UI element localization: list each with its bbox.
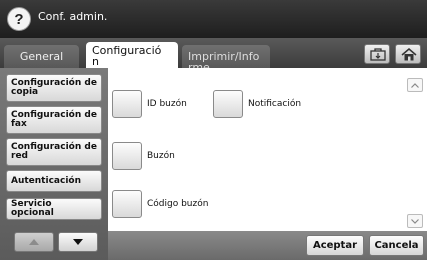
option-button[interactable] (112, 90, 142, 118)
scroll-up-button[interactable] (407, 78, 423, 92)
tab-general[interactable]: General (4, 45, 79, 68)
sidebar-item-label: Configuración de fax (11, 110, 97, 129)
sidebar-item-label: Configuración de red (11, 142, 97, 161)
triangle-up-icon (29, 239, 39, 245)
page-down-button[interactable] (58, 232, 98, 252)
help-button[interactable]: ? (7, 7, 31, 31)
tab-general-label: General (19, 50, 64, 63)
home-icon (401, 48, 417, 61)
sidebar-item-autenticacion[interactable]: Autenticación (6, 170, 102, 192)
option-label: Buzón (147, 151, 175, 161)
help-icon: ? (14, 10, 24, 28)
option-button[interactable] (112, 190, 142, 218)
option-button[interactable] (112, 142, 142, 170)
option-notificacion[interactable]: Notificación (213, 90, 301, 118)
sidebar: Configuración de copia Configuración de … (0, 68, 108, 260)
sidebar-item-fax[interactable]: Configuración de fax (6, 106, 102, 134)
accept-button[interactable]: Aceptar (306, 235, 364, 256)
option-label: Código buzón (147, 199, 209, 209)
sidebar-item-label: Autenticación (11, 175, 81, 186)
chevron-up-icon (411, 82, 419, 88)
document-icon (370, 48, 386, 61)
option-codigo-buzon[interactable]: Código buzón (112, 190, 208, 218)
sidebar-item-servicio-opcional[interactable]: Servicio opcional (6, 198, 102, 220)
tab-configuracion-label: Configuració n (92, 44, 162, 68)
sidebar-item-label: Configuración de copia (11, 78, 97, 97)
options-panel: ID buzón Notificación Buzón Código buzón (108, 68, 427, 231)
triangle-down-icon (73, 239, 83, 245)
tab-imprimir-informe[interactable]: Imprimir/Info rme (182, 45, 270, 68)
cancel-button[interactable]: Cancela (369, 235, 424, 256)
option-label: Notificación (248, 99, 302, 109)
header-bar: ? Conf. admin. (0, 0, 427, 38)
tab-imprimir-label: Imprimir/Info rme (188, 50, 260, 68)
sidebar-item-label: Servicio opcional (11, 199, 54, 218)
tab-strip: General Configuració n Imprimir/Info rme (0, 38, 427, 68)
sidebar-item-red[interactable]: Configuración de red (6, 138, 102, 166)
home-button[interactable] (395, 44, 421, 64)
option-id-buzon[interactable]: ID buzón (112, 90, 187, 118)
scroll-down-button[interactable] (407, 214, 423, 228)
tab-configuracion[interactable]: Configuració n (86, 42, 178, 68)
option-label: ID buzón (147, 99, 187, 109)
admin-settings-screen: ? Conf. admin. General Configuració n Im… (0, 0, 427, 260)
sidebar-item-copia[interactable]: Configuración de copia (6, 74, 102, 102)
document-button[interactable] (364, 44, 390, 64)
option-button[interactable] (213, 90, 243, 118)
option-buzon[interactable]: Buzón (112, 142, 175, 170)
page-up-button[interactable] (14, 232, 54, 252)
chevron-down-icon (411, 218, 419, 224)
page-title: Conf. admin. (38, 10, 108, 23)
action-bar: Aceptar Cancela (108, 231, 427, 260)
